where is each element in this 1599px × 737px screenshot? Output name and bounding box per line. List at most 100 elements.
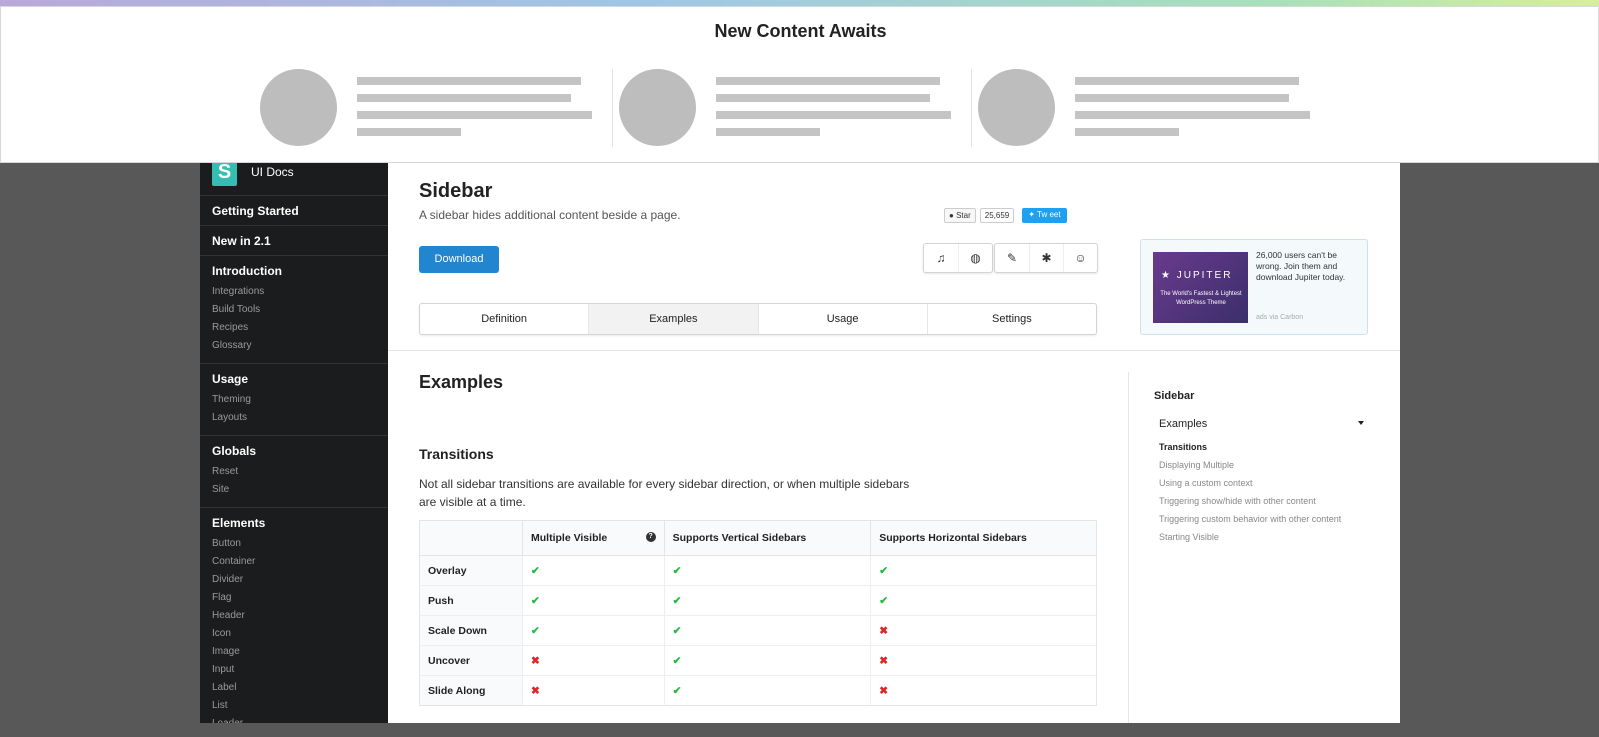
cross-icon: ✖ [531,684,540,697]
nav-link-list[interactable]: List [212,697,376,715]
row-label: Push [419,585,523,616]
toc-link-transitions[interactable]: Transitions [1159,438,1364,456]
table-cell: ✖ [522,675,665,706]
table-cell: ✔ [522,585,665,616]
checkmark-icon: ✔ [672,564,682,577]
nav-item-getting-started[interactable]: Getting Started [200,196,388,226]
nav-group-title[interactable]: Globals [212,444,376,458]
ad-text[interactable]: 26,000 users can't be wrong. Join them a… [1256,250,1361,283]
table-cell: ✖ [522,645,665,676]
carbon-ad[interactable]: ★ JUPITER The World's Fastest & Lightest… [1140,239,1368,335]
tab-definition[interactable]: Definition [420,304,588,334]
ad-via[interactable]: ads via Carbon [1256,314,1303,321]
tweet-button[interactable]: ✦ Tw eet [1022,208,1067,223]
nav-group-title[interactable]: Elements [212,516,376,530]
toc-link-triggering-show-hide-with-other-content[interactable]: Triggering show/hide with other content [1159,492,1364,510]
nav-link-divider[interactable]: Divider [212,571,376,589]
ad-image[interactable]: ★ JUPITER The World's Fastest & Lightest… [1153,252,1248,323]
table-header-horizontal: Supports Horizontal Sidebars [870,520,1097,556]
nav-link-loader[interactable]: Loader [212,715,376,723]
nav-link-site[interactable]: Site [212,481,376,499]
table-header-row: Multiple Visible? Supports Vertical Side… [419,520,1097,556]
github-icon[interactable]: ☺ [1063,244,1097,272]
nav-link-build-tools[interactable]: Build Tools [212,301,376,319]
nav-group-usage: Usage Theming Layouts [200,364,388,436]
table-cell: ✖ [870,675,1097,706]
nav-link-glossary[interactable]: Glossary [212,337,376,355]
skeleton-line [357,111,592,119]
nav-link-header[interactable]: Header [212,607,376,625]
bug-icon[interactable]: ✱ [1029,244,1063,272]
toc-link-triggering-custom-behavior-with-other-content[interactable]: Triggering custom behavior with other co… [1159,510,1364,528]
toc-link-displaying-multiple[interactable]: Displaying Multiple [1159,456,1364,474]
skeleton-line [1075,111,1310,119]
nav-item-new-in-2-1[interactable]: New in 2.1 [200,226,388,256]
toc-link-using-a-custom-context[interactable]: Using a custom context [1159,474,1364,492]
transitions-heading: Transitions [419,446,494,462]
cross-icon: ✖ [879,654,889,667]
nav-link-flag[interactable]: Flag [212,589,376,607]
nav-link-container[interactable]: Container [212,553,376,571]
nav-group-title[interactable]: Introduction [212,264,376,278]
nav-link-reset[interactable]: Reset [212,463,376,481]
nav-link-integrations[interactable]: Integrations [212,283,376,301]
nav-link-icon[interactable]: Icon [212,625,376,643]
tab-settings[interactable]: Settings [926,304,1096,334]
transitions-paragraph: Not all sidebar transitions are availabl… [419,477,910,509]
skeleton-separator [971,69,972,147]
nav-groups: Introduction Integrations Build Tools Recip… [200,256,388,723]
nav-group-globals: Globals Reset Site [200,436,388,508]
star-count[interactable]: 25,659 [979,208,1015,223]
table-row: Scale Down ✔ ✔ ✖ [419,615,1097,646]
dev-icon-group: ✎ ✱ ☺ [994,243,1098,273]
ad-brand: ★ JUPITER [1161,270,1233,281]
transitions-table: Multiple Visible? Supports Vertical Side… [419,520,1097,706]
nav-link-input[interactable]: Input [212,661,376,679]
checkmark-icon: ✔ [879,594,889,607]
caret-down-icon [1358,421,1364,425]
skeleton-card [619,69,984,149]
toc-title[interactable]: Sidebar [1154,390,1364,402]
toc-section-examples[interactable]: Examples [1159,418,1364,430]
tab-usage[interactable]: Usage [757,304,927,334]
cross-icon: ✖ [879,684,889,697]
checkmark-icon: ✔ [672,594,682,607]
tweet-label: Tw eet [1037,210,1061,219]
music-icon[interactable]: ♫ [924,244,958,272]
nav-link-label[interactable]: Label [212,679,376,697]
main-content: Sidebar A sidebar hides additional conte… [388,162,1400,723]
download-button[interactable]: Download [419,246,499,273]
table-row: Slide Along ✖ ✔ ✖ [419,675,1097,706]
row-label: Overlay [419,555,523,586]
nav-link-button[interactable]: Button [212,535,376,553]
skeleton-line [1075,94,1289,102]
media-icon-group: ♫ ◍ [923,243,993,273]
ad-tagline: The World's Fastest & Lightest WordPress… [1160,291,1242,306]
skeleton-avatar [260,69,337,146]
nav-link-theming[interactable]: Theming [212,391,376,409]
table-row: Push ✔ ✔ ✔ [419,585,1097,616]
table-cell: ✔ [663,555,871,586]
row-label: Scale Down [419,615,523,646]
nav-brand[interactable]: S UI Docs [200,162,388,196]
toc-divider [1128,372,1129,723]
nav-link-layouts[interactable]: Layouts [212,409,376,427]
edit-icon[interactable]: ✎ [995,244,1029,272]
star-label: Star [956,211,971,220]
toc-link-starting-visible[interactable]: Starting Visible [1159,528,1364,546]
globe-icon[interactable]: ◍ [958,244,992,272]
header-divider [388,350,1400,351]
skeleton-line [1075,77,1299,85]
cross-icon: ✖ [879,624,889,637]
table-header-empty [419,520,523,556]
nav-group-title[interactable]: Usage [212,372,376,386]
nav-link-recipes[interactable]: Recipes [212,319,376,337]
left-sidebar-nav: S UI Docs Getting Started New in 2.1 Int… [200,162,388,723]
github-star-button[interactable]: ● Star [944,208,976,223]
skeleton-line [716,77,940,85]
help-icon[interactable]: ? [645,532,656,542]
row-label: Slide Along [419,675,523,706]
tab-examples[interactable]: Examples [588,304,758,334]
new-content-overlay: New Content Awaits [0,6,1599,163]
nav-link-image[interactable]: Image [212,643,376,661]
